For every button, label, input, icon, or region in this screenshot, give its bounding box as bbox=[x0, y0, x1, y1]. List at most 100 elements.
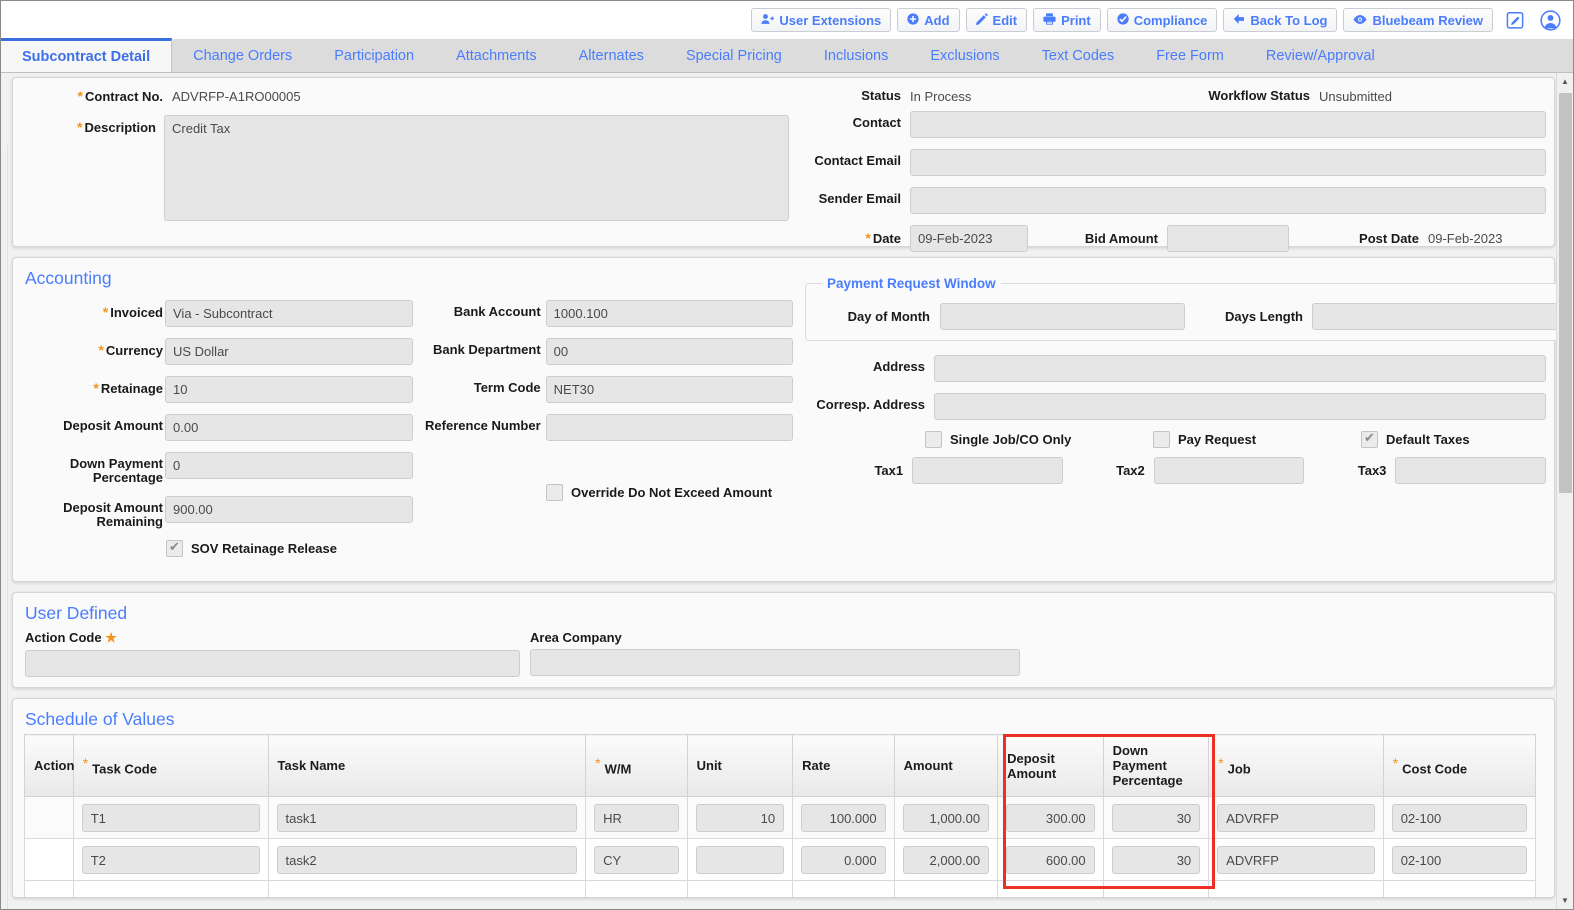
user-extensions-button[interactable]: User Extensions bbox=[751, 8, 892, 32]
cell-down-payment-percentage[interactable]: 30 bbox=[1102, 838, 1210, 881]
tab-change-orders[interactable]: Change Orders bbox=[172, 39, 313, 72]
cell-deposit-amount[interactable] bbox=[997, 880, 1104, 897]
default-taxes-row[interactable]: Default Taxes bbox=[1361, 430, 1470, 448]
deposit-amount-input[interactable]: 600.00 bbox=[1006, 845, 1095, 874]
cell-task-code[interactable]: T2 bbox=[72, 838, 269, 881]
cell-task-name[interactable]: task2 bbox=[267, 838, 587, 881]
down-payment-percentage-input[interactable]: 30 bbox=[1111, 803, 1201, 832]
cell-action[interactable] bbox=[24, 880, 74, 897]
tab-special-pricing[interactable]: Special Pricing bbox=[665, 39, 803, 72]
retainage-input[interactable]: 10 bbox=[165, 376, 413, 403]
override-do-not-exceed-checkbox[interactable] bbox=[546, 484, 563, 501]
col-down-payment-percentage[interactable]: Down Payment Percentage bbox=[1102, 734, 1210, 797]
unit-input[interactable]: 10 bbox=[695, 803, 785, 832]
job-input[interactable]: ADVRFP bbox=[1217, 845, 1375, 874]
override-do-not-exceed-row[interactable]: Override Do Not Exceed Amount bbox=[546, 484, 793, 501]
amount-input[interactable]: 2,000.00 bbox=[902, 845, 990, 874]
cell-job[interactable]: ADVRFP bbox=[1208, 838, 1384, 881]
unit-input[interactable] bbox=[695, 845, 785, 874]
tab-inclusions[interactable]: Inclusions bbox=[803, 39, 909, 72]
sender-email-input[interactable] bbox=[910, 187, 1546, 214]
task-code-input[interactable]: T2 bbox=[81, 845, 260, 874]
cell-task-name[interactable] bbox=[267, 880, 587, 897]
tab-participation[interactable]: Participation bbox=[313, 39, 435, 72]
cell-wm[interactable]: CY bbox=[585, 838, 688, 881]
pay-request-row[interactable]: Pay Request bbox=[1153, 431, 1361, 448]
sov-retainage-release-checkbox[interactable] bbox=[166, 539, 183, 557]
corresp-address-input[interactable] bbox=[934, 393, 1546, 420]
cell-cost-code[interactable]: 02-100 bbox=[1382, 838, 1537, 881]
reference-number-input[interactable] bbox=[545, 414, 793, 441]
cell-action[interactable] bbox=[24, 838, 74, 881]
bank-department-input[interactable]: 00 bbox=[545, 338, 793, 365]
cost-code-input[interactable]: 02-100 bbox=[1391, 803, 1527, 832]
tab-free-form[interactable]: Free Form bbox=[1135, 39, 1245, 72]
cell-deposit-amount[interactable]: 300.00 bbox=[997, 796, 1104, 839]
user-account-icon[interactable] bbox=[1537, 7, 1563, 33]
col-cost-code[interactable]: * Cost Code bbox=[1382, 734, 1537, 797]
single-job-co-only-row[interactable]: Single Job/CO Only bbox=[925, 431, 1153, 448]
cell-cost-code[interactable] bbox=[1382, 880, 1537, 897]
cell-rate[interactable]: 100.000 bbox=[792, 796, 895, 839]
single-job-co-only-checkbox[interactable] bbox=[925, 431, 942, 448]
cell-unit[interactable]: 10 bbox=[686, 796, 794, 839]
cell-rate[interactable]: 0.000 bbox=[792, 838, 895, 881]
compliance-button[interactable]: Compliance bbox=[1106, 8, 1218, 32]
job-input[interactable]: ADVRFP bbox=[1217, 803, 1375, 832]
edit-button[interactable]: Edit bbox=[965, 8, 1028, 32]
contact-email-input[interactable] bbox=[910, 149, 1546, 176]
pay-request-checkbox[interactable] bbox=[1153, 431, 1170, 448]
task-code-input[interactable]: T1 bbox=[81, 803, 260, 832]
action-code-input[interactable] bbox=[25, 650, 520, 677]
tax3-input[interactable] bbox=[1395, 457, 1546, 484]
description-textarea[interactable]: Credit Tax bbox=[164, 115, 789, 221]
cell-action[interactable] bbox=[24, 796, 74, 839]
deposit-amount-input[interactable]: 300.00 bbox=[1006, 803, 1095, 832]
bluebeam-review-button[interactable]: Bluebeam Review bbox=[1343, 8, 1493, 32]
cell-cost-code[interactable]: 02-100 bbox=[1382, 796, 1537, 839]
cell-wm[interactable]: HR bbox=[585, 796, 688, 839]
cell-amount[interactable]: 1,000.00 bbox=[893, 796, 999, 839]
print-button[interactable]: Print bbox=[1033, 8, 1101, 32]
contact-input[interactable] bbox=[910, 111, 1546, 138]
col-job[interactable]: * Job bbox=[1208, 734, 1384, 797]
rate-input[interactable]: 100.000 bbox=[801, 803, 886, 832]
rate-input[interactable]: 0.000 bbox=[801, 845, 886, 874]
cell-unit[interactable] bbox=[686, 838, 794, 881]
task-name-input[interactable]: task2 bbox=[276, 845, 578, 874]
cell-task-code[interactable] bbox=[72, 880, 269, 897]
currency-input[interactable]: US Dollar bbox=[165, 338, 413, 365]
sov-retainage-release-row[interactable]: SOV Retainage Release bbox=[166, 539, 423, 557]
back-to-log-button[interactable]: Back To Log bbox=[1223, 8, 1338, 32]
col-task-code[interactable]: * Task Code bbox=[72, 734, 269, 797]
amount-input[interactable]: 1,000.00 bbox=[902, 803, 990, 832]
down-payment-percentage-input[interactable]: 0 bbox=[165, 452, 413, 479]
address-input[interactable] bbox=[934, 355, 1546, 382]
scroll-up-arrow[interactable]: ▲ bbox=[1557, 73, 1573, 90]
wm-input[interactable]: CY bbox=[594, 845, 679, 874]
bid-amount-input[interactable] bbox=[1167, 225, 1289, 252]
deposit-amount-input[interactable]: 0.00 bbox=[165, 414, 413, 441]
cell-down-payment-percentage[interactable]: 30 bbox=[1102, 796, 1210, 839]
date-input[interactable]: 09-Feb-2023 bbox=[910, 225, 1028, 252]
cost-code-input[interactable]: 02-100 bbox=[1391, 845, 1527, 874]
col-unit[interactable]: Unit bbox=[686, 734, 794, 797]
cell-wm[interactable] bbox=[585, 880, 688, 897]
col-amount[interactable]: Amount bbox=[893, 734, 999, 797]
cell-job[interactable]: ADVRFP bbox=[1208, 796, 1384, 839]
cell-down-payment-percentage[interactable] bbox=[1102, 880, 1210, 897]
wm-input[interactable]: HR bbox=[594, 803, 679, 832]
col-task-name[interactable]: Task Name bbox=[267, 734, 587, 797]
tab-text-codes[interactable]: Text Codes bbox=[1021, 39, 1136, 72]
tab-review-approval[interactable]: Review/Approval bbox=[1245, 39, 1396, 72]
default-taxes-checkbox[interactable] bbox=[1361, 430, 1378, 448]
task-name-input[interactable]: task1 bbox=[276, 803, 578, 832]
col-rate[interactable]: Rate bbox=[792, 734, 895, 797]
cell-task-name[interactable]: task1 bbox=[267, 796, 587, 839]
tab-alternates[interactable]: Alternates bbox=[558, 39, 665, 72]
deposit-amount-remaining-input[interactable]: 900.00 bbox=[165, 496, 413, 523]
cell-unit[interactable] bbox=[686, 880, 794, 897]
col-action[interactable]: Action bbox=[24, 734, 74, 797]
add-button[interactable]: Add bbox=[897, 8, 960, 32]
area-company-input[interactable] bbox=[530, 649, 1020, 676]
